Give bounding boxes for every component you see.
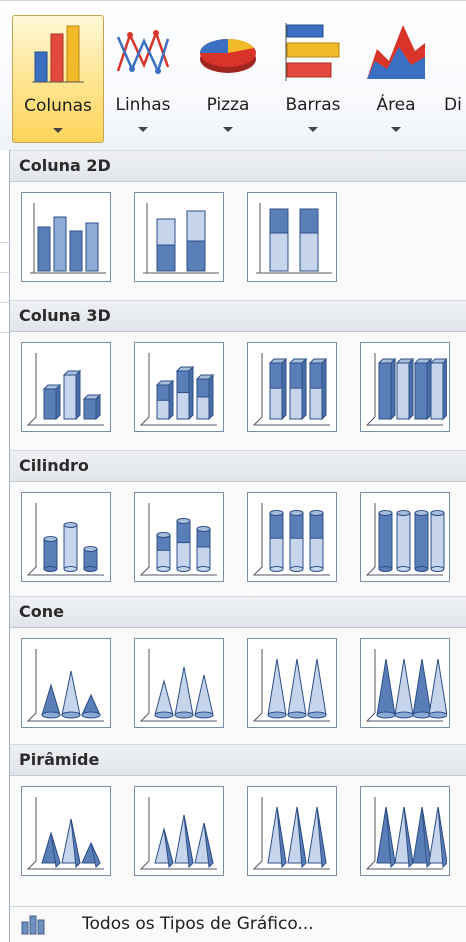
lines-label: Linhas xyxy=(115,95,171,115)
pyramid-3d-chart-option[interactable] xyxy=(360,786,450,876)
chevron-down-icon xyxy=(391,127,401,132)
100-stacked-column-3d-chart-option[interactable] xyxy=(247,342,337,432)
pie-chart-icon xyxy=(196,21,260,88)
cylinder-3d-chart-option[interactable] xyxy=(360,492,450,582)
clustered-cylinder-chart-option[interactable] xyxy=(21,492,111,582)
columns-label: Colunas xyxy=(24,96,92,116)
line-chart-icon xyxy=(114,21,172,88)
stacked-column-2d-chart-option[interactable] xyxy=(134,192,224,282)
all-chart-types-label: Todos os Tipos de Gráfico... xyxy=(82,914,314,934)
chart-type-gallery: Coluna 2D Coluna 3D Cilindro Cone Pirâmide T… xyxy=(9,150,466,942)
lines-button[interactable]: Linhas xyxy=(108,15,178,143)
bars-button[interactable]: Barras xyxy=(274,15,352,143)
section-header: Coluna 2D xyxy=(10,150,466,182)
scatter-label: Di xyxy=(444,95,462,115)
cone-3d-chart-option[interactable] xyxy=(360,638,450,728)
chevron-down-icon xyxy=(308,127,318,132)
bar-chart-icon xyxy=(281,21,345,88)
clustered-column-3d-chart-option[interactable] xyxy=(21,342,111,432)
stacked-column-3d-chart-option[interactable] xyxy=(134,342,224,432)
all-chart-types-icon xyxy=(20,912,46,940)
chevron-down-icon xyxy=(53,128,63,133)
clustered-pyramid-chart-option[interactable] xyxy=(21,786,111,876)
bars-label: Barras xyxy=(285,95,341,115)
clustered-cone-chart-option[interactable] xyxy=(21,638,111,728)
100-stacked-cylinder-chart-option[interactable] xyxy=(247,492,337,582)
section-header: Cilindro xyxy=(10,450,466,482)
100-stacked-column-2d-chart-option[interactable] xyxy=(247,192,337,282)
chevron-down-icon xyxy=(223,127,233,132)
100-stacked-cone-chart-option[interactable] xyxy=(247,638,337,728)
area-button[interactable]: Área xyxy=(360,15,432,143)
section-header: Cone xyxy=(10,596,466,628)
stacked-cone-chart-option[interactable] xyxy=(134,638,224,728)
column-chart-icon xyxy=(31,22,85,89)
chart-ribbon: Colunas Linhas Pizza Barras Área Di xyxy=(0,0,466,151)
section-header: Pirâmide xyxy=(10,744,466,776)
clustered-column-2d-chart-option[interactable] xyxy=(21,192,111,282)
stacked-pyramid-chart-option[interactable] xyxy=(134,786,224,876)
all-chart-types-menu-item[interactable]: Todos os Tipos de Gráfico... xyxy=(10,907,466,942)
section-header: Coluna 3D xyxy=(10,300,466,332)
stacked-cylinder-chart-option[interactable] xyxy=(134,492,224,582)
pie-button[interactable]: Pizza xyxy=(192,15,264,143)
scatter-button[interactable]: Di xyxy=(440,15,466,143)
columns-button[interactable]: Colunas xyxy=(12,15,104,143)
area-chart-icon xyxy=(365,21,427,88)
pie-label: Pizza xyxy=(206,95,250,115)
worksheet-edge xyxy=(0,150,9,942)
area-label: Área xyxy=(376,95,416,115)
column-3d-chart-option[interactable] xyxy=(360,342,450,432)
chevron-down-icon xyxy=(138,127,148,132)
100-stacked-pyramid-chart-option[interactable] xyxy=(247,786,337,876)
